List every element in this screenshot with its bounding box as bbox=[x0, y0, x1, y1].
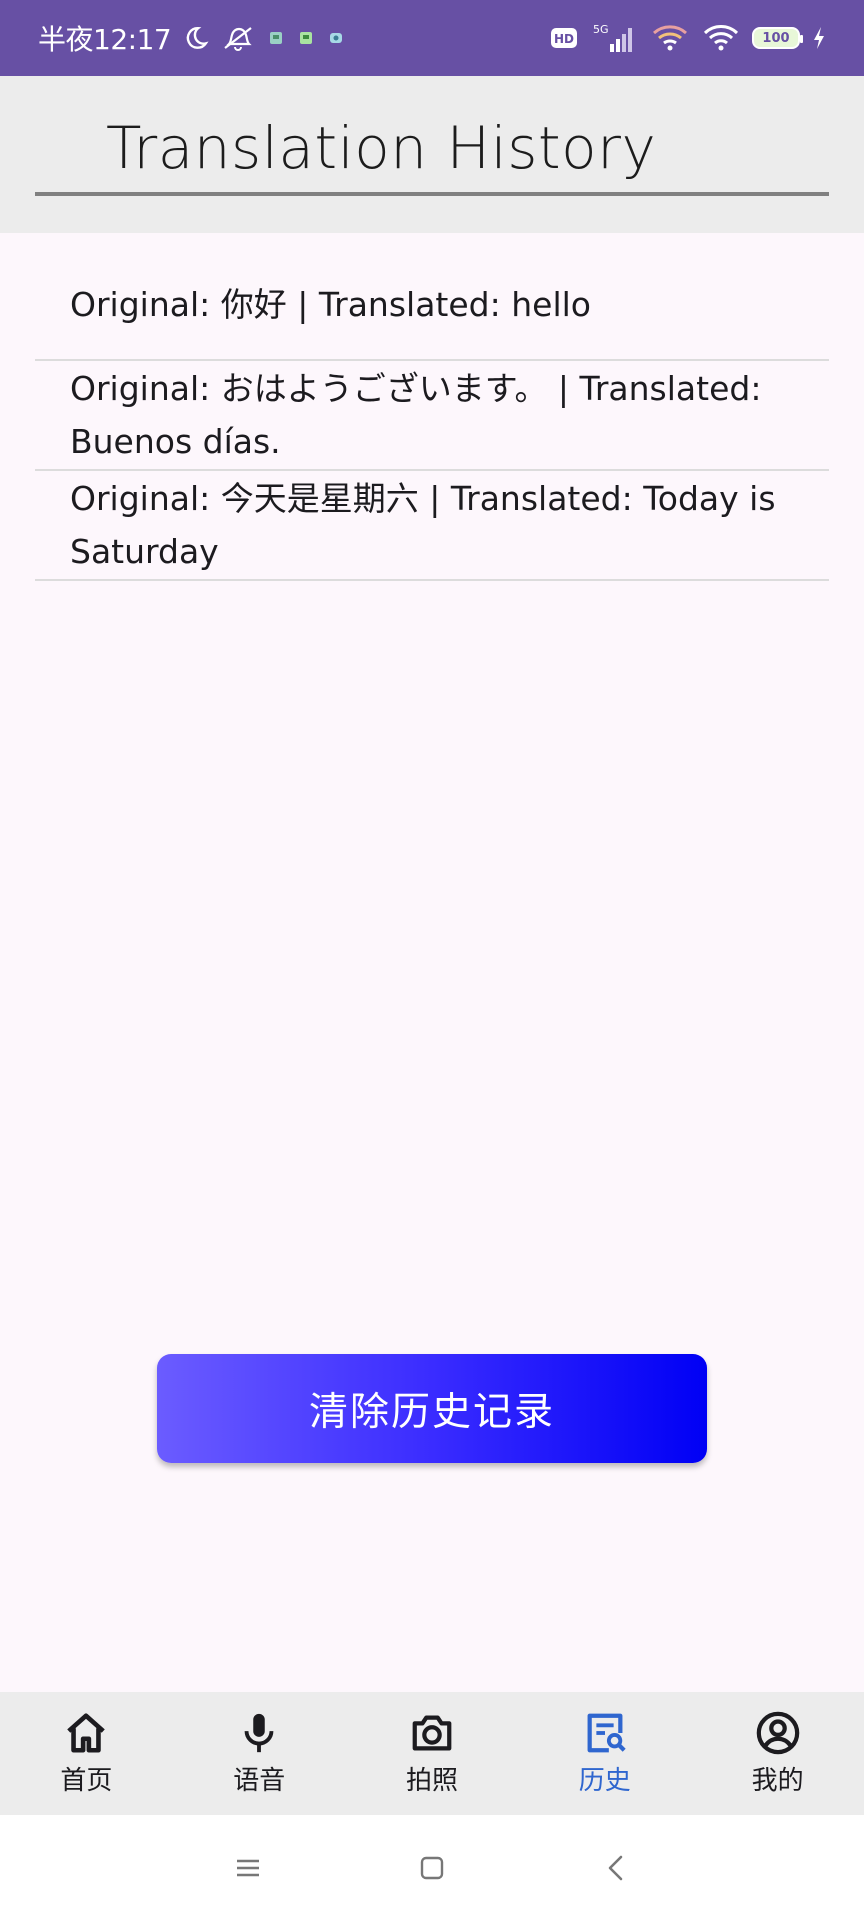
nav-label: 首页 bbox=[60, 1766, 113, 1796]
status-left: 半夜12:17 bbox=[38, 18, 345, 58]
page-title: Translation History bbox=[106, 114, 657, 182]
menu-button[interactable] bbox=[231, 1851, 265, 1885]
status-bar: 半夜12:17 HD 5G 100 bbox=[0, 0, 864, 76]
history-item[interactable]: Original: おはようございます。 | Translated: Bueno… bbox=[35, 361, 829, 471]
history-item-text: Original: 今天是星期六 | Translated: Today is … bbox=[70, 479, 776, 571]
history-search-icon bbox=[587, 1713, 626, 1753]
history-item-text: Original: 你好 | Translated: hello bbox=[70, 285, 591, 324]
app-notification-icon bbox=[297, 29, 315, 47]
hd-badge: HD bbox=[550, 26, 578, 50]
nav-item-voice[interactable]: 语音 bbox=[173, 1692, 346, 1815]
history-item[interactable]: Original: 今天是星期六 | Translated: Today is … bbox=[35, 471, 829, 581]
app-notification-icon bbox=[327, 29, 345, 47]
charging-icon bbox=[812, 26, 826, 50]
cellular-signal-icon: 5G bbox=[590, 22, 638, 54]
back-button[interactable] bbox=[599, 1851, 633, 1885]
system-nav-bar bbox=[0, 1815, 864, 1920]
nav-label: 历史 bbox=[578, 1766, 631, 1796]
camera-icon bbox=[412, 1715, 452, 1751]
home-square-icon bbox=[420, 1856, 444, 1879]
mic-icon bbox=[244, 1713, 274, 1753]
status-time: 半夜12:17 bbox=[38, 23, 172, 56]
wifi-icon bbox=[702, 23, 740, 53]
history-item-text: Original: おはようございます。 | Translated: Bueno… bbox=[70, 369, 762, 461]
wifi-icon bbox=[650, 23, 690, 53]
app-notification-icon bbox=[267, 29, 285, 47]
moon-icon bbox=[183, 25, 209, 51]
home-button[interactable] bbox=[415, 1851, 449, 1885]
nav-item-home[interactable]: 首页 bbox=[0, 1692, 173, 1815]
battery-icon: 100 bbox=[752, 27, 803, 49]
nav-label: 语音 bbox=[233, 1766, 286, 1796]
nav-item-profile[interactable]: 我的 bbox=[691, 1692, 864, 1815]
account-circle-icon bbox=[756, 1711, 799, 1755]
nav-label: 拍照 bbox=[405, 1766, 458, 1796]
nav-item-history[interactable]: 历史 bbox=[518, 1692, 691, 1815]
network-type: 5G bbox=[593, 23, 609, 36]
page-header: Translation History bbox=[0, 76, 864, 233]
alarm-off-icon bbox=[221, 24, 255, 52]
history-list: Original: 你好 | Translated: hello Origina… bbox=[35, 270, 829, 581]
home-icon bbox=[67, 1713, 106, 1753]
bottom-nav: 首页 语音 拍照 历史 我的 bbox=[0, 1692, 864, 1815]
nav-item-camera[interactable]: 拍照 bbox=[346, 1692, 519, 1815]
history-item[interactable]: Original: 你好 | Translated: hello bbox=[35, 270, 829, 361]
menu-icon bbox=[237, 1859, 259, 1876]
header-divider bbox=[35, 192, 829, 196]
status-right: HD 5G 100 bbox=[550, 22, 826, 54]
nav-label: 我的 bbox=[751, 1766, 804, 1796]
hd-badge-text: HD bbox=[554, 32, 574, 46]
back-icon bbox=[608, 1855, 623, 1880]
clear-history-button[interactable]: 清除历史记录 bbox=[157, 1354, 707, 1463]
